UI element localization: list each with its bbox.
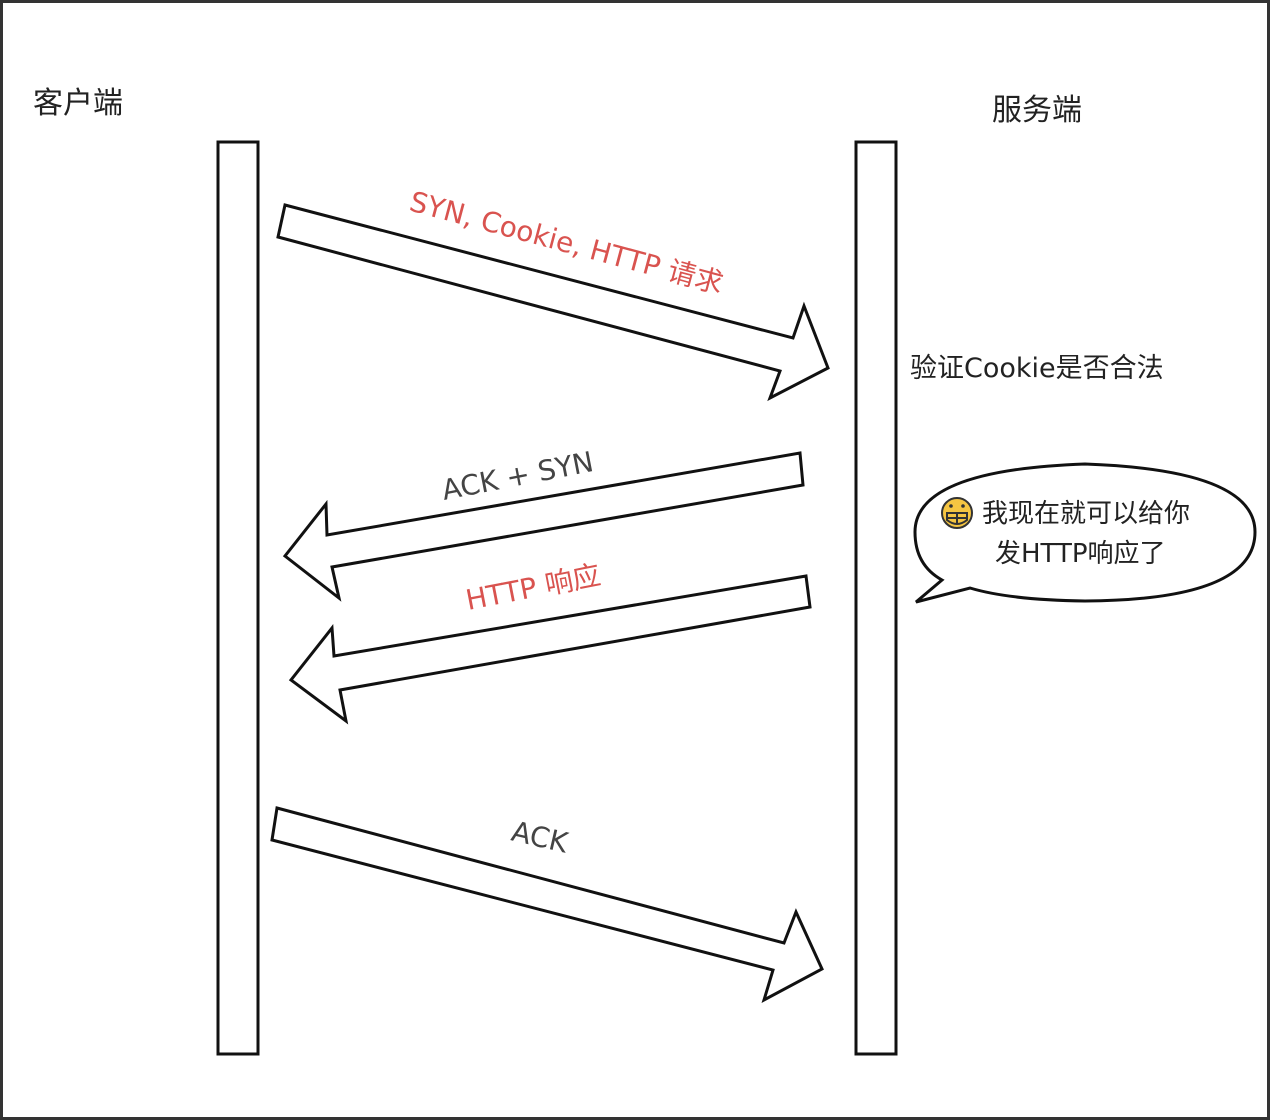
message-ack: ACK: [270, 806, 824, 1004]
speech-bubble: 我现在就可以给你 发HTTP响应了: [913, 462, 1257, 604]
server-label: 服务端: [992, 93, 1082, 128]
tcp-fast-open-diagram: 客户端 服务端 SYN, Cookie, HTTP 请求 ACK + SYN H…: [0, 0, 1270, 1120]
speech-bubble-shape: [913, 462, 1257, 604]
client-label: 客户端: [33, 86, 123, 121]
message-syn-cookie-http-request: SYN, Cookie, HTTP 请求: [276, 185, 830, 402]
server-lifeline: [854, 140, 898, 1056]
server-note-validate-cookie: 验证Cookie是否合法: [910, 353, 1164, 384]
client-lifeline: [216, 140, 260, 1056]
message-label-http-response: HTTP 响应: [463, 558, 603, 616]
message-http-response: HTTP 响应: [288, 558, 812, 725]
speech-bubble-line-1: 我现在就可以给你: [982, 499, 1190, 529]
message-label-ack: ACK: [508, 815, 571, 860]
grinning-face-icon: [941, 497, 973, 529]
speech-bubble-line-2: 发HTTP响应了: [995, 539, 1166, 569]
